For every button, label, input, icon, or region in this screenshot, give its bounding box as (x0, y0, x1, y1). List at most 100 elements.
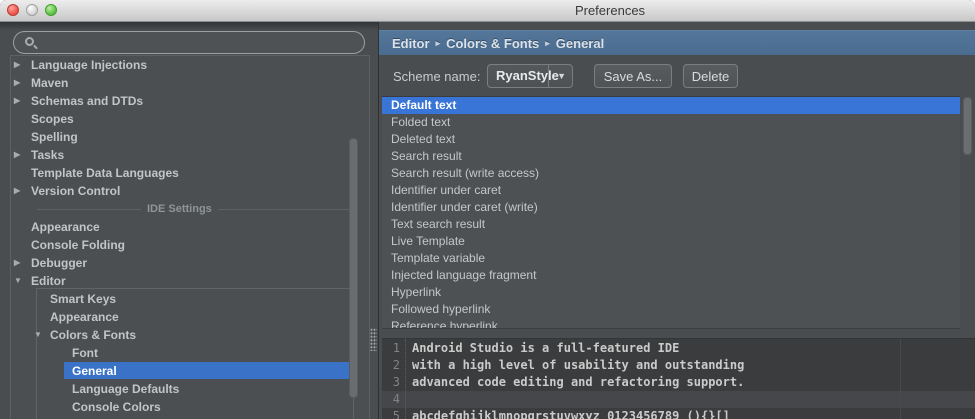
sidebar-item-template-data-languages[interactable]: Template Data Languages (11, 164, 369, 182)
sidebar-item-language-injections[interactable]: ▶ Language Injections (11, 56, 369, 74)
sidebar-item-console-colors[interactable]: Console Colors (11, 398, 369, 416)
settings-sidebar: ▶ Language Injections ▶ Maven ▶ Schemas and D… (0, 22, 378, 419)
tree-item-label: Console Colors (72, 398, 161, 416)
window-title: Preferences (575, 0, 645, 21)
list-item-search-result[interactable]: Search result (382, 148, 960, 165)
preview-code-text: with a high level of usability and outst… (412, 357, 744, 374)
breadcrumb-separator-icon: ▸ (539, 38, 556, 49)
titlebar: Preferences (0, 0, 975, 22)
tree-item-label: Maven (31, 74, 68, 92)
sidebar-item-scopes[interactable]: Scopes (11, 110, 369, 128)
sidebar-item-console-folding[interactable]: Console Folding (11, 236, 369, 254)
tree-item-label: Debugger (31, 254, 87, 272)
list-item-identifier-under-caret[interactable]: Identifier under caret (382, 182, 960, 199)
tree-item-label: Editor (31, 272, 66, 290)
sidebar-item-language-defaults[interactable]: Language Defaults (11, 380, 369, 398)
list-item-hyperlink[interactable]: Hyperlink (382, 284, 960, 301)
sidebar-item-tasks[interactable]: ▶ Tasks (11, 146, 369, 164)
chevron-down-icon: ▼ (557, 65, 566, 87)
tree-item-label: Scopes (31, 110, 74, 128)
sidebar-item-colors-fonts[interactable]: ▼ Colors & Fonts (11, 326, 369, 344)
delete-button[interactable]: Delete (683, 64, 738, 88)
line-number: 3 (382, 374, 405, 391)
preview-line: 3advanced code editing and refactoring s… (382, 374, 975, 391)
breadcrumb-item-editor[interactable]: Editor (392, 36, 430, 51)
scheme-combobox[interactable]: RyanStyle ▼ (487, 64, 573, 88)
sidebar-item-smart-keys[interactable]: Smart Keys (11, 290, 369, 308)
close-button[interactable] (7, 4, 19, 16)
breadcrumb: Editor▸Colors & Fonts▸General (379, 30, 975, 55)
attribute-list: Default textFolded textDeleted textSearc… (382, 96, 960, 329)
expand-arrow-icon[interactable]: ▶ (14, 92, 20, 110)
expand-arrow-icon[interactable]: ▶ (14, 74, 20, 92)
sidebar-item-maven[interactable]: ▶ Maven (11, 74, 369, 92)
tree-item-label: Schemas and DTDs (31, 92, 143, 110)
tree-item-label: Font (72, 344, 98, 362)
main-panel: Editor▸Colors & Fonts▸General Scheme nam… (378, 22, 975, 419)
preferences-window: Preferences ▶ Language Injections ▶ Maven ▶ S… (0, 0, 975, 419)
sidebar-item-debugger[interactable]: ▶ Debugger (11, 254, 369, 272)
tree-item-label: Console Folding (31, 236, 125, 254)
line-number: 5 (382, 408, 405, 419)
tree-item-label: General (72, 362, 117, 380)
collapse-arrow-icon[interactable]: ▼ (34, 326, 42, 344)
line-number: 2 (382, 357, 405, 374)
preview-code-text: abcdefghijklmnopqrstuvwxyz 0123456789 ()… (412, 408, 730, 419)
sidebar-item-font[interactable]: Font (11, 344, 369, 362)
breadcrumb-item-general[interactable]: General (556, 36, 604, 51)
preview-code-text: Android Studio is a full-featured IDE (412, 340, 679, 357)
sidebar-item-editor[interactable]: ▼ Editor (11, 272, 369, 290)
list-item-live-template[interactable]: Live Template (382, 233, 960, 250)
zoom-button[interactable] (45, 4, 57, 16)
tree-item-label: Appearance (31, 218, 100, 236)
sidebar-scrollbar-thumb[interactable] (349, 138, 358, 398)
sidebar-item-version-control[interactable]: ▶ Version Control (11, 182, 369, 200)
search-icon (25, 37, 34, 46)
list-item-search-result-write-access-[interactable]: Search result (write access) (382, 165, 960, 182)
preview-editor: 1 Android Studio is a full-featured IDE 2w… (382, 338, 975, 419)
panel-splitter-handle[interactable] (370, 328, 377, 351)
save-as-button[interactable]: Save As... (594, 64, 672, 88)
list-item-reference-hyperlink[interactable]: Reference hyperlink (382, 318, 960, 329)
list-item-folded-text[interactable]: Folded text (382, 114, 960, 131)
minimize-button[interactable] (26, 4, 38, 16)
list-item-default-text[interactable]: Default text (382, 97, 960, 114)
list-item-followed-hyperlink[interactable]: Followed hyperlink (382, 301, 960, 318)
line-number: 1 (382, 340, 405, 357)
sidebar-item-spelling[interactable]: Spelling (11, 128, 369, 146)
tree-item-label: Colors & Fonts (50, 326, 136, 344)
tree-item-label: Smart Keys (50, 290, 116, 308)
expand-arrow-icon[interactable]: ▶ (14, 146, 20, 164)
list-item-deleted-text[interactable]: Deleted text (382, 131, 960, 148)
list-item-template-variable[interactable]: Template variable (382, 250, 960, 267)
sidebar-item-schemas-and-dtds[interactable]: ▶ Schemas and DTDs (11, 92, 369, 110)
ide-settings-separator: IDE Settings (11, 200, 369, 218)
sidebar-item-appearance[interactable]: Appearance (11, 308, 369, 326)
list-item-text-search-result[interactable]: Text search result (382, 216, 960, 233)
preview-line: 2 with a high level of usability and outs… (382, 357, 975, 374)
list-item-identifier-under-caret-write-[interactable]: Identifier under caret (write) (382, 199, 960, 216)
sidebar-item-general[interactable]: General (11, 362, 369, 380)
line-number: 4 (382, 391, 405, 408)
tree-item-label: Tasks (31, 146, 64, 164)
section-label: IDE Settings (141, 203, 218, 215)
combo-divider (548, 65, 549, 87)
expand-arrow-icon[interactable]: ▶ (14, 56, 20, 74)
preview-line: 5 abcdefghijklmnopqrstuvwxyz 0123456789 (… (382, 408, 975, 419)
tree-item-label: Language Injections (31, 56, 147, 74)
list-item-injected-language-fragment[interactable]: Injected language fragment (382, 267, 960, 284)
tree-item-label: Language Defaults (72, 380, 179, 398)
tree-item-label: Appearance (50, 308, 119, 326)
expand-arrow-icon[interactable]: ▶ (14, 182, 20, 200)
breadcrumb-separator-icon: ▸ (430, 38, 447, 49)
content-area: ▶ Language Injections ▶ Maven ▶ Schemas and D… (0, 22, 975, 419)
breadcrumb-item-colors-fonts[interactable]: Colors & Fonts (446, 36, 539, 51)
expand-arrow-icon[interactable]: ▶ (14, 254, 20, 272)
sidebar-item-appearance[interactable]: Appearance (11, 218, 369, 236)
tree-item-label: Spelling (31, 128, 78, 146)
search-input[interactable] (13, 31, 365, 54)
tree-item-label: Template Data Languages (31, 164, 179, 182)
tree-item-label: Version Control (31, 182, 120, 200)
list-scrollbar-thumb[interactable] (963, 97, 972, 155)
collapse-arrow-icon[interactable]: ▼ (14, 272, 22, 290)
